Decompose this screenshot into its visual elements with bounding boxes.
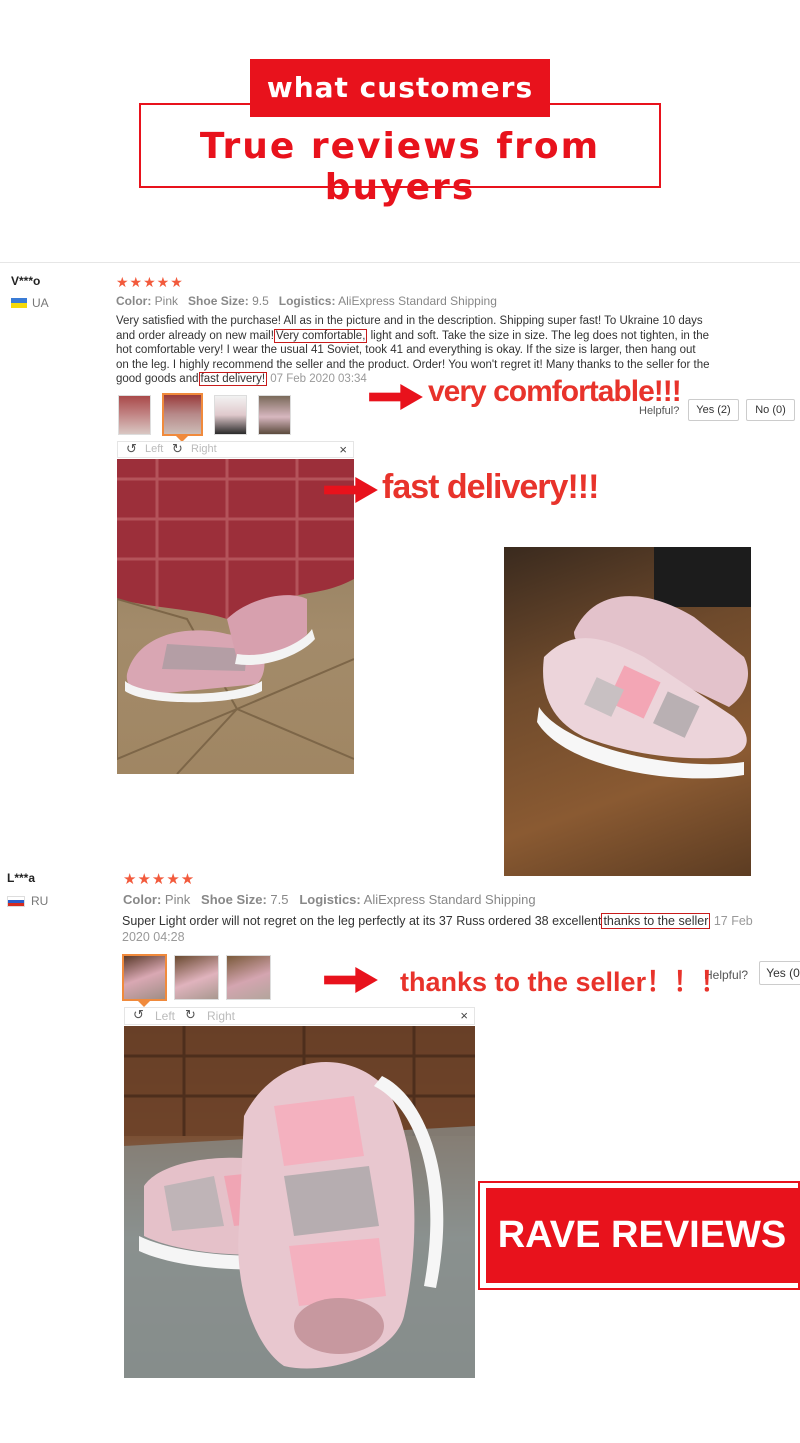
ukraine-flag-icon — [11, 298, 27, 308]
review-thumbnail[interactable] — [214, 395, 247, 435]
review-date: 07 Feb 2020 03:34 — [270, 373, 367, 385]
rotate-right-label[interactable]: Right — [191, 443, 217, 455]
logistics-value: AliExpress Standard Shipping — [338, 294, 497, 308]
product-photo-drawing — [537, 547, 751, 779]
helpful-yes-button[interactable]: Yes (2) — [688, 399, 739, 421]
review-thumbnail-selected[interactable] — [122, 954, 167, 1001]
image-rotate-bar: ↺ Left ↻ Right × — [124, 1007, 475, 1025]
color-label: Color: — [123, 892, 162, 907]
rave-badge: RAVE REVIEWS — [486, 1188, 798, 1283]
review-photo[interactable] — [124, 1026, 475, 1378]
size-label: Shoe Size: — [201, 892, 267, 907]
divider — [0, 262, 800, 263]
close-icon[interactable]: × — [460, 1008, 468, 1023]
review-thumbnail[interactable] — [174, 955, 219, 1000]
country-code: UA — [32, 296, 49, 310]
reviewer-country: RU — [7, 894, 48, 908]
rotate-left-label[interactable]: Left — [155, 1009, 175, 1023]
close-icon[interactable]: × — [339, 442, 347, 457]
product-photo[interactable] — [504, 547, 751, 876]
red-arrow-icon — [369, 384, 423, 410]
star-rating: ★★★★★ — [116, 274, 184, 290]
rotate-left-icon[interactable]: ↺ — [126, 441, 137, 457]
review-thumbnail[interactable] — [226, 955, 271, 1000]
annotation-thanks: thanks to the seller！！！ — [400, 967, 728, 997]
russia-flag-icon — [7, 895, 25, 907]
review-thumbnail[interactable] — [258, 395, 291, 435]
rotate-right-label[interactable]: Right — [207, 1009, 235, 1023]
rotate-right-icon[interactable]: ↻ — [172, 441, 183, 457]
review-photo-drawing — [117, 459, 354, 774]
red-arrow-icon — [324, 477, 378, 503]
logistics-label: Logistics: — [278, 294, 336, 308]
size-label: Shoe Size: — [188, 294, 249, 308]
highlight-thanks: thanks to the seller — [601, 913, 711, 929]
rotate-left-label[interactable]: Left — [145, 443, 163, 455]
header-tag: what customers say — [250, 59, 550, 162]
review-meta: Color: Pink Shoe Size: 7.5 Logistics: Al… — [123, 892, 536, 907]
review-text-part: Super Light order will not regret on the… — [122, 914, 602, 928]
helpful-no-button[interactable]: No (0) — [746, 399, 795, 421]
logistics-value: AliExpress Standard Shipping — [363, 892, 536, 907]
red-arrow-icon — [324, 967, 378, 993]
reviewer-country: UA — [11, 296, 49, 310]
reviewer-name: L***a — [7, 871, 36, 885]
size-value: 9.5 — [252, 294, 269, 308]
review-text: Super Light order will not regret on the… — [122, 913, 772, 945]
highlight-delivery: fast delivery! — [198, 372, 268, 386]
helpful-yes-button[interactable]: Yes (0 — [759, 961, 800, 985]
image-rotate-bar: ↺ Left ↻ Right × — [117, 441, 354, 458]
rotate-left-icon[interactable]: ↺ — [133, 1007, 144, 1023]
annotation-comfortable: very comfortable!!! — [428, 375, 682, 408]
review-photo-drawing — [124, 1026, 475, 1378]
review-photo[interactable] — [117, 459, 354, 774]
rotate-right-icon[interactable]: ↻ — [185, 1007, 196, 1023]
annotation-delivery: fast delivery!!! — [382, 468, 599, 506]
country-code: RU — [31, 894, 49, 908]
star-rating: ★★★★★ — [123, 871, 196, 888]
review-thumbnail[interactable] — [118, 395, 151, 435]
logistics-label: Logistics: — [299, 892, 361, 907]
review-meta: Color: Pink Shoe Size: 9.5 Logistics: Al… — [116, 294, 497, 308]
header-title: True reviews from buyers — [199, 126, 601, 208]
highlight-comfortable: Very comfortable, — [273, 328, 368, 343]
reviewer-name: V***o — [11, 274, 41, 288]
color-value: Pink — [154, 294, 179, 308]
review-thumbnail-selected[interactable] — [162, 393, 203, 436]
color-label: Color: — [116, 294, 152, 308]
color-value: Pink — [164, 892, 191, 907]
size-value: 7.5 — [270, 892, 289, 907]
